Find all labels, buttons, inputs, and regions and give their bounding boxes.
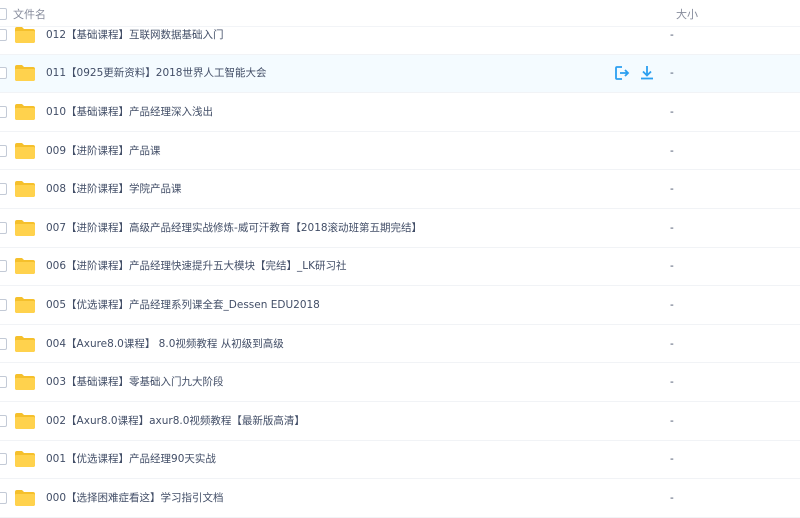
file-size: -: [670, 376, 674, 389]
file-size: -: [670, 144, 674, 157]
file-size: -: [670, 260, 674, 273]
file-size: -: [670, 414, 674, 427]
folder-icon: [14, 450, 36, 468]
file-size: -: [670, 491, 674, 504]
row-checkbox[interactable]: [0, 337, 7, 350]
row-checkbox[interactable]: [0, 260, 7, 273]
folder-icon: [14, 180, 36, 198]
file-row[interactable]: 010【基础课程】产品经理深入浅出 -: [0, 93, 800, 132]
folder-icon: [14, 296, 36, 314]
row-checkbox[interactable]: [0, 28, 7, 41]
file-row[interactable]: 004【Axure8.0课程】 8.0视频教程 从初级到高级 -: [0, 325, 800, 364]
row-checkbox[interactable]: [0, 221, 7, 234]
share-icon[interactable]: [613, 64, 631, 82]
file-name-link[interactable]: 008【进阶课程】学院产品课: [46, 182, 182, 196]
folder-icon: [14, 219, 36, 237]
download-icon[interactable]: [638, 64, 656, 82]
folder-icon: [14, 64, 36, 82]
folder-icon: [14, 412, 36, 430]
folder-icon: [14, 103, 36, 121]
file-list: 012【基础课程】互联网数据基础入门 -011【0925更新资料】2018世界人工…: [0, 16, 800, 518]
folder-icon: [14, 142, 36, 160]
folder-icon: [14, 26, 36, 44]
file-row[interactable]: 001【优选课程】产品经理90天实战 -: [0, 441, 800, 480]
file-name-link[interactable]: 010【基础课程】产品经理深入浅出: [46, 105, 213, 119]
file-row[interactable]: 007【进阶课程】高级产品经理实战修炼-威可汗教育【2018滚动班第五期完结】 -: [0, 209, 800, 248]
file-name-link[interactable]: 011【0925更新资料】2018世界人工智能大会: [46, 66, 266, 80]
file-name-link[interactable]: 012【基础课程】互联网数据基础入门: [46, 28, 224, 42]
file-size: -: [670, 105, 674, 118]
row-checkbox[interactable]: [0, 376, 7, 389]
file-name-link[interactable]: 009【进阶课程】产品课: [46, 144, 161, 158]
row-checkbox[interactable]: [0, 414, 7, 427]
file-size: -: [670, 337, 674, 350]
file-name-link[interactable]: 007【进阶课程】高级产品经理实战修炼-威可汗教育【2018滚动班第五期完结】: [46, 221, 422, 235]
file-row[interactable]: 003【基础课程】零基础入门九大阶段 -: [0, 363, 800, 402]
row-checkbox[interactable]: [0, 183, 7, 196]
row-checkbox[interactable]: [0, 105, 7, 118]
file-name-link[interactable]: 005【优选课程】产品经理系列课全套_Dessen EDU2018: [46, 298, 320, 312]
row-checkbox[interactable]: [0, 298, 7, 311]
file-row[interactable]: 009【进阶课程】产品课 -: [0, 132, 800, 171]
file-size: -: [670, 67, 674, 80]
row-actions: [613, 64, 663, 82]
folder-icon: [14, 489, 36, 507]
file-row[interactable]: 006【进阶课程】产品经理快速提升五大模块【完结】_LK研习社 -: [0, 248, 800, 287]
folder-icon: [14, 335, 36, 353]
row-checkbox[interactable]: [0, 491, 7, 504]
file-size: -: [670, 453, 674, 466]
file-name-link[interactable]: 004【Axure8.0课程】 8.0视频教程 从初级到高级: [46, 337, 284, 351]
file-size: -: [670, 298, 674, 311]
file-size: -: [670, 183, 674, 196]
file-row[interactable]: 012【基础课程】互联网数据基础入门 -: [0, 16, 800, 55]
file-row[interactable]: 002【Axur8.0课程】axur8.0视频教程【最新版高清】 -: [0, 402, 800, 441]
file-size: -: [670, 221, 674, 234]
folder-icon: [14, 257, 36, 275]
file-row[interactable]: 011【0925更新资料】2018世界人工智能大会 -: [0, 54, 800, 94]
file-row[interactable]: 005【优选课程】产品经理系列课全套_Dessen EDU2018 -: [0, 286, 800, 325]
row-checkbox[interactable]: [0, 453, 7, 466]
file-size: -: [670, 28, 674, 41]
row-checkbox[interactable]: [0, 144, 7, 157]
file-row[interactable]: 008【进阶课程】学院产品课 -: [0, 170, 800, 209]
file-name-link[interactable]: 003【基础课程】零基础入门九大阶段: [46, 375, 224, 389]
file-name-link[interactable]: 006【进阶课程】产品经理快速提升五大模块【完结】_LK研习社: [46, 259, 347, 273]
folder-icon: [14, 373, 36, 391]
file-name-link[interactable]: 000【选择困难症看这】学习指引文档: [46, 491, 224, 505]
file-name-link[interactable]: 002【Axur8.0课程】axur8.0视频教程【最新版高清】: [46, 414, 305, 428]
file-name-link[interactable]: 001【优选课程】产品经理90天实战: [46, 452, 216, 466]
file-row[interactable]: 000【选择困难症看这】学习指引文档 -: [0, 479, 800, 518]
row-checkbox[interactable]: [0, 67, 7, 80]
